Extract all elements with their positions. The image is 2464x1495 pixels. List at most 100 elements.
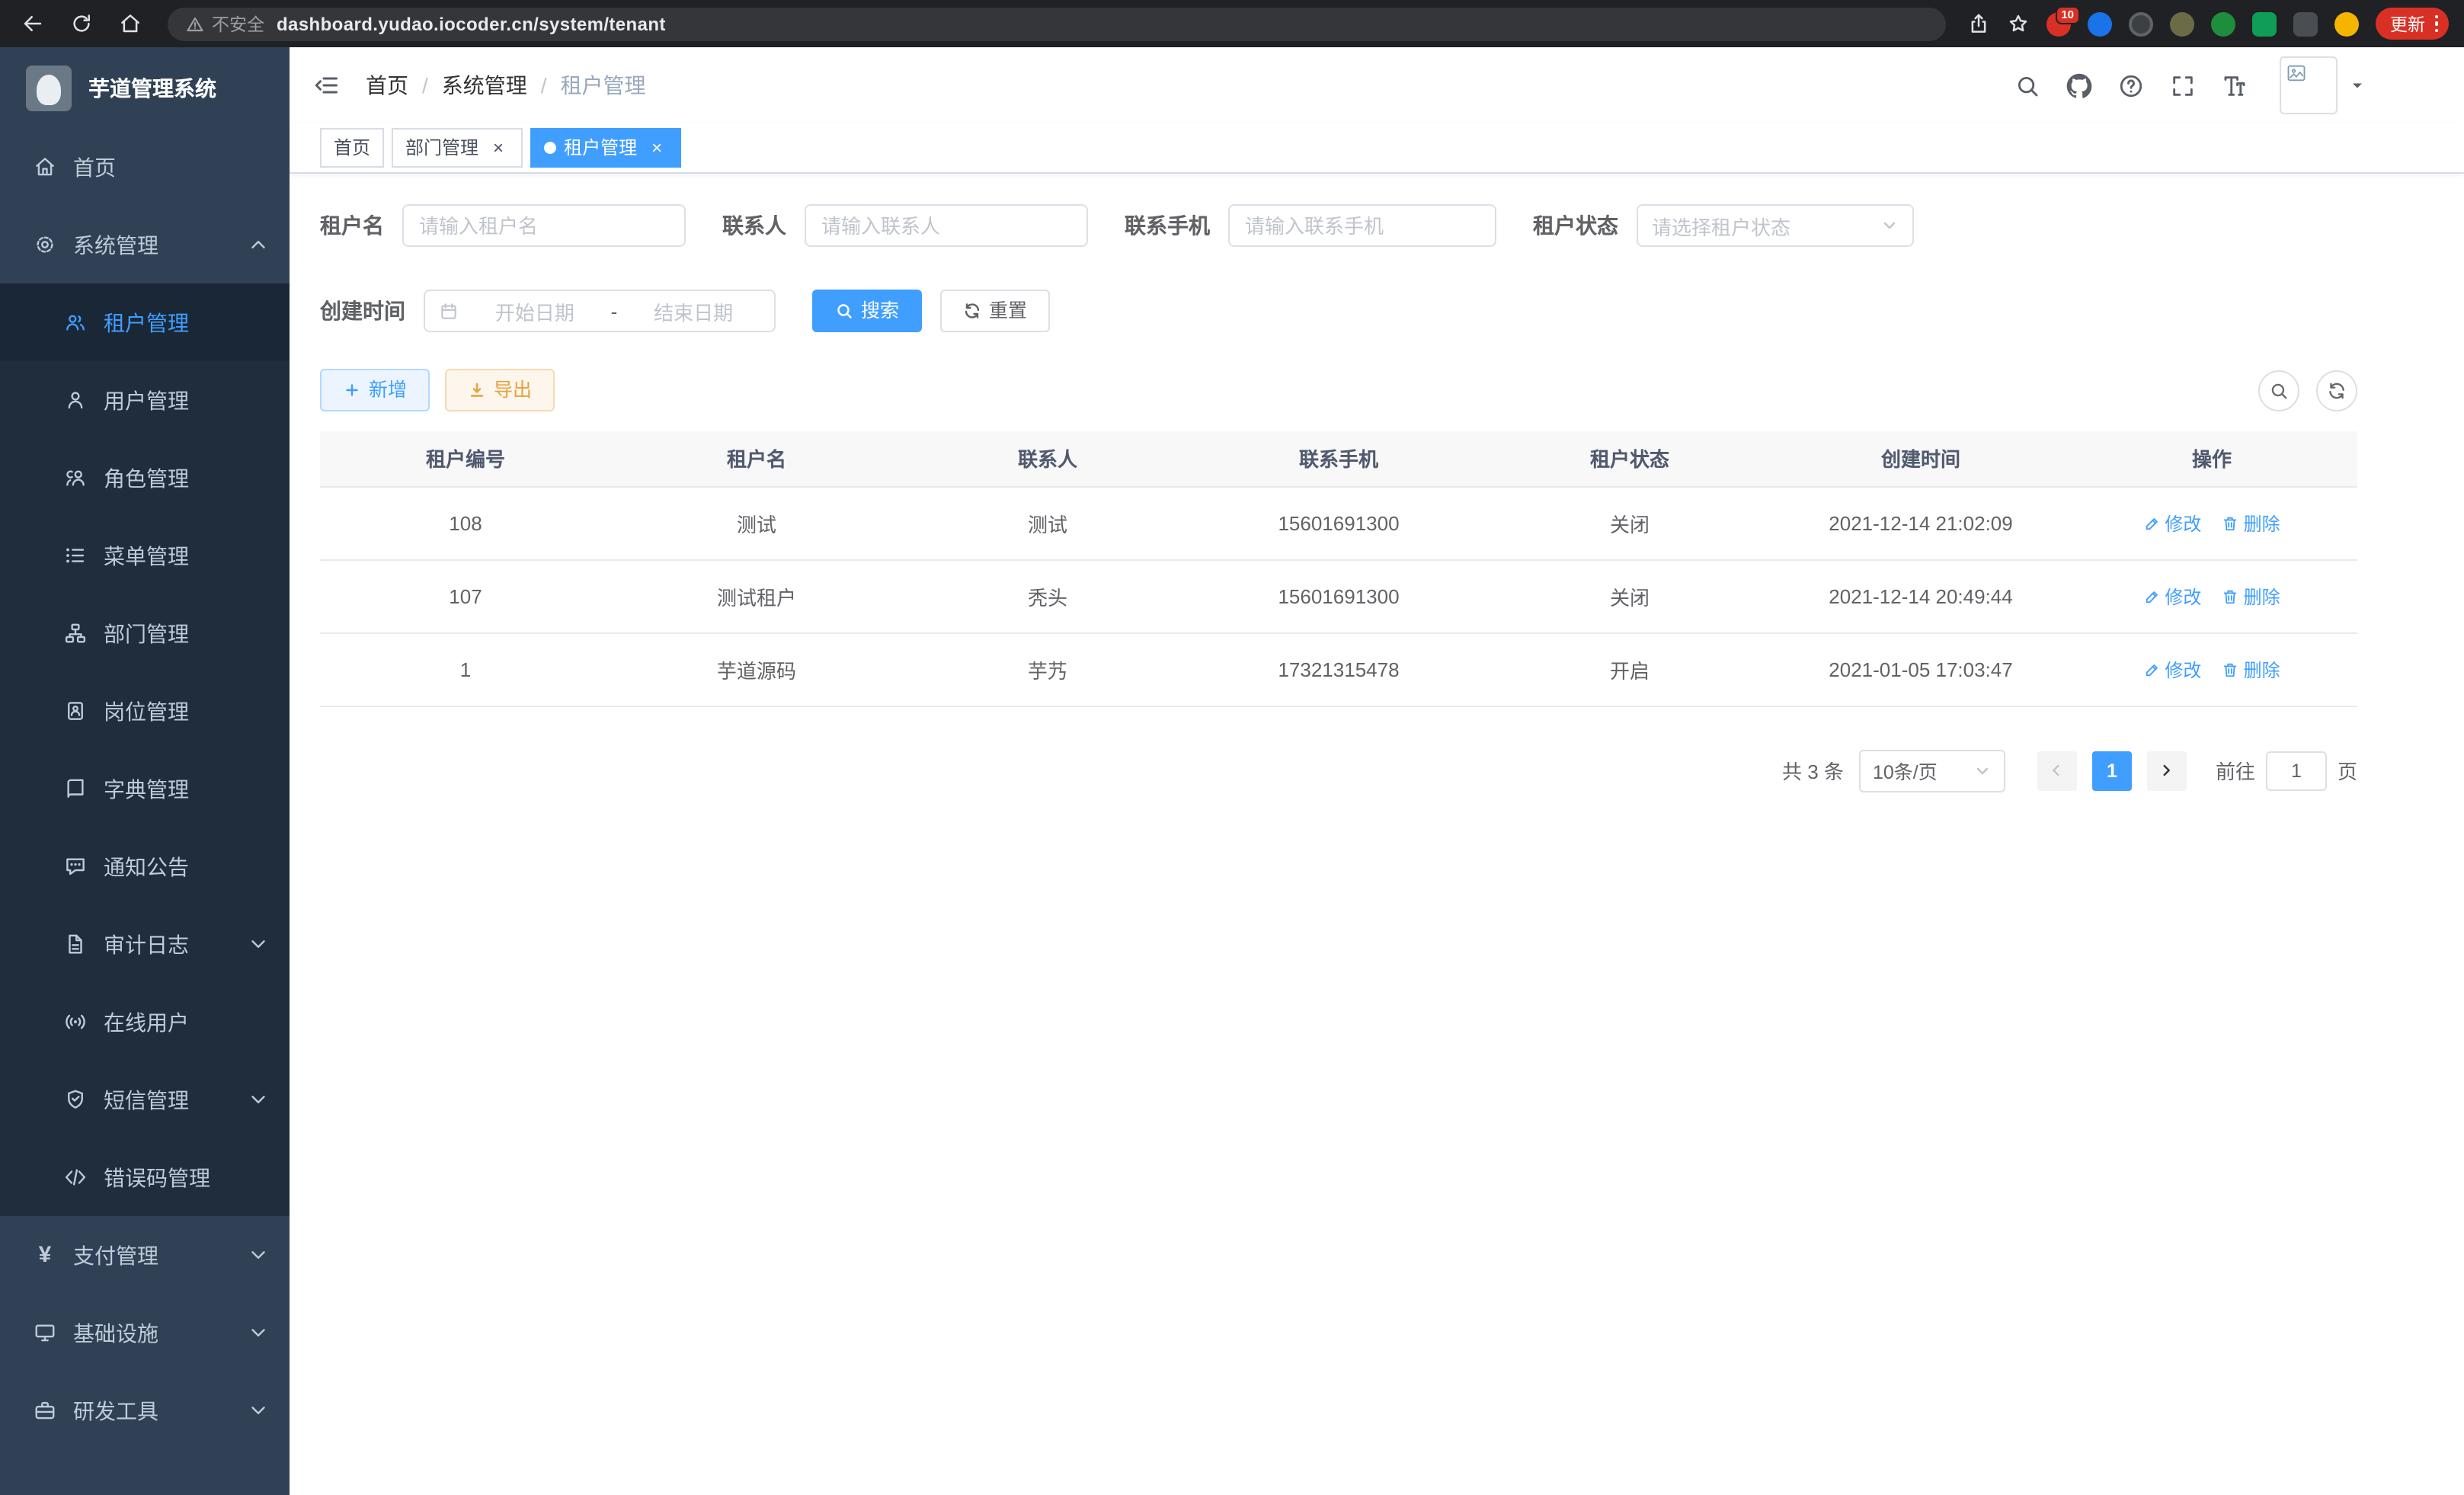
breadcrumb-current: 租户管理 [561, 70, 646, 101]
date-range-picker[interactable]: 开始日期 - 结束日期 [424, 290, 776, 332]
menu-list-icon [64, 544, 87, 567]
sidebar-item-sms[interactable]: 短信管理 [0, 1061, 290, 1138]
extension-icon-5[interactable] [2210, 11, 2235, 36]
col-tenant-id: 租户编号 [320, 431, 611, 486]
github-link[interactable] [2066, 72, 2092, 98]
top-navbar: 首页 / 系统管理 / 租户管理 [290, 47, 2464, 123]
sidebar-item-system[interactable]: 系统管理 [0, 206, 290, 283]
page-size-select[interactable]: 10条/页 [1859, 749, 2005, 792]
font-size-button[interactable] [2222, 72, 2248, 98]
user-menu[interactable] [2280, 56, 2366, 114]
search-icon [835, 302, 853, 320]
sidebar-item-error-codes[interactable]: 错误码管理 [0, 1138, 290, 1216]
delete-link[interactable]: 删除 [2222, 656, 2280, 682]
filter-mobile: 联系手机 [1125, 204, 1496, 247]
sidebar-item-dev-tools[interactable]: 研发工具 [0, 1372, 290, 1449]
sidebar-item-tenant[interactable]: 租户管理 [0, 283, 290, 361]
tenant-name-input[interactable] [402, 204, 686, 247]
sidebar-item-menus[interactable]: 菜单管理 [0, 517, 290, 594]
header-search-button[interactable] [2014, 72, 2040, 98]
next-page-button[interactable] [2147, 751, 2187, 790]
sidebar-item-notice[interactable]: 通知公告 [0, 828, 290, 905]
prev-page-button[interactable] [2037, 751, 2077, 790]
start-date-placeholder: 开始日期 [468, 296, 602, 325]
update-label: 更新 [2390, 11, 2425, 36]
edit-link[interactable]: 修改 [2143, 510, 2201, 536]
status-select[interactable]: 请选择租户状态 [1637, 204, 1914, 247]
table-toolbar: 新增 导出 [320, 369, 2357, 411]
back-button[interactable] [15, 7, 49, 40]
sidebar-toggle-button[interactable] [312, 72, 340, 99]
refresh-table-button[interactable] [2316, 370, 2357, 411]
col-tenant-name: 租户名 [611, 431, 902, 486]
browser-update-button[interactable]: 更新 [2375, 8, 2449, 40]
edit-link[interactable]: 修改 [2143, 656, 2201, 682]
browser-menu-icon[interactable] [2434, 15, 2438, 33]
breadcrumb-system[interactable]: 系统管理 [442, 70, 527, 101]
mobile-input[interactable] [1228, 204, 1496, 247]
share-button[interactable] [1966, 12, 1989, 35]
fullscreen-button[interactable] [2170, 72, 2196, 98]
reload-button[interactable] [64, 7, 98, 40]
col-mobile: 联系手机 [1193, 431, 1484, 486]
reset-button[interactable]: 重置 [940, 290, 1050, 332]
cell-created: 2021-01-05 17:03:47 [1775, 632, 2066, 706]
help-button[interactable] [2118, 72, 2144, 98]
extension-icon-1[interactable]: 10 [2046, 11, 2070, 36]
sidebar-item-online-users[interactable]: 在线用户 [0, 983, 290, 1061]
bookmark-button[interactable] [2006, 12, 2029, 35]
sidebar-item-home[interactable]: 首页 [0, 128, 290, 206]
extension-icon-3[interactable] [2128, 11, 2152, 36]
caret-down-icon [2348, 76, 2366, 94]
search-button[interactable]: 搜索 [812, 290, 922, 332]
breadcrumb-home[interactable]: 首页 [366, 70, 408, 101]
delete-link[interactable]: 删除 [2222, 583, 2280, 609]
reload-icon [69, 12, 92, 35]
extension-icon-7[interactable] [2293, 11, 2317, 36]
tab-tenant[interactable]: 租户管理 × [530, 128, 681, 168]
status-label: 租户状态 [1533, 210, 1618, 241]
sidebar-item-roles[interactable]: 角色管理 [0, 439, 290, 517]
add-button[interactable]: 新增 [320, 369, 430, 411]
extension-icon-2[interactable] [2087, 11, 2111, 36]
export-button[interactable]: 导出 [445, 369, 555, 411]
search-icon [2014, 72, 2040, 98]
sidebar-item-payment[interactable]: ¥ 支付管理 [0, 1216, 290, 1294]
cell-name: 芋道源码 [611, 632, 902, 706]
tab-departments[interactable]: 部门管理 × [392, 128, 523, 168]
font-size-icon [2222, 72, 2248, 98]
extension-icon-6[interactable] [2251, 11, 2276, 36]
search-icon [2269, 380, 2289, 400]
cell-status: 关闭 [1484, 559, 1775, 632]
sidebar: 芋道管理系统 首页 系统管理 租户管理 用户管理 [0, 47, 290, 1495]
goto-label: 前往 [2216, 756, 2255, 785]
cell-contact: 芋艿 [902, 632, 1193, 706]
profile-avatar-icon[interactable] [2334, 11, 2358, 36]
sidebar-item-infrastructure[interactable]: 基础设施 [0, 1294, 290, 1372]
edit-link[interactable]: 修改 [2143, 583, 2201, 609]
cell-id: 1 [320, 632, 611, 706]
toggle-search-button[interactable] [2258, 370, 2299, 411]
contact-input[interactable] [805, 204, 1088, 247]
close-icon[interactable]: × [488, 137, 509, 158]
chevron-down-icon [1880, 216, 1899, 235]
sidebar-item-dict[interactable]: 字典管理 [0, 750, 290, 828]
delete-link[interactable]: 删除 [2222, 510, 2280, 536]
sidebar-item-users[interactable]: 用户管理 [0, 361, 290, 439]
address-bar[interactable]: 不安全 dashboard.yudao.iocoder.cn/system/te… [168, 7, 1945, 40]
cell-status: 关闭 [1484, 486, 1775, 559]
user-avatar [2280, 56, 2338, 114]
site-security[interactable]: 不安全 [186, 11, 264, 36]
page-number-1[interactable]: 1 [2092, 751, 2132, 790]
sidebar-item-departments[interactable]: 部门管理 [0, 594, 290, 672]
tenant-table: 租户编号 租户名 联系人 联系手机 租户状态 创建时间 操作 108 测试 [320, 431, 2357, 706]
extension-icon-4[interactable] [2169, 11, 2194, 36]
sidebar-item-posts[interactable]: 岗位管理 [0, 672, 290, 750]
cell-contact: 秃头 [902, 559, 1193, 632]
goto-input[interactable] [2266, 751, 2327, 790]
home-button[interactable] [113, 7, 146, 40]
logo-link[interactable]: 芋道管理系统 [0, 47, 290, 128]
tab-home[interactable]: 首页 [320, 128, 384, 168]
sidebar-item-audit-log[interactable]: 审计日志 [0, 905, 290, 983]
close-icon[interactable]: × [646, 137, 667, 158]
